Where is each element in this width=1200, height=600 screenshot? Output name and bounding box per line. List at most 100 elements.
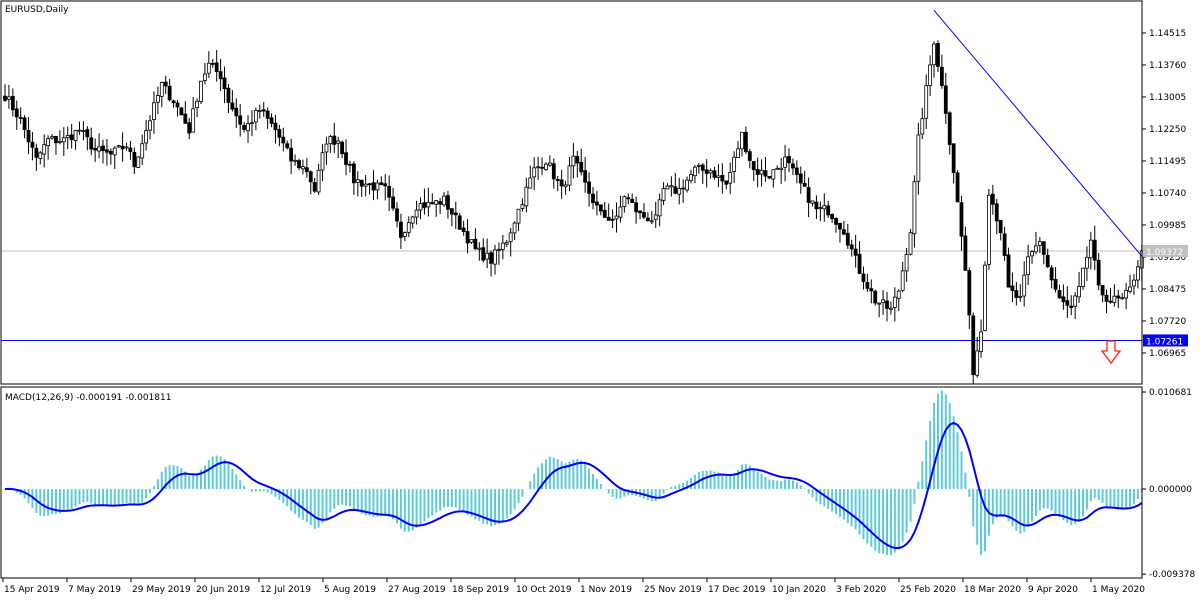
candle-body — [583, 170, 588, 183]
candle-body — [465, 231, 470, 244]
support-level-tag-label: 1.07261 — [1146, 337, 1183, 347]
candle-body — [105, 149, 109, 153]
candle-body — [206, 62, 211, 74]
symbol-title: EURUSD,Daily — [5, 5, 69, 15]
candle-body — [89, 137, 94, 150]
candle-body — [932, 43, 936, 66]
candle-body — [54, 135, 58, 144]
candle-body — [297, 160, 301, 169]
candle-body — [269, 117, 274, 124]
candle-body — [885, 300, 889, 309]
candle-body — [375, 182, 380, 191]
candle-body — [238, 115, 243, 125]
candle-body — [348, 163, 352, 166]
candle-body — [602, 209, 607, 218]
candle-body — [998, 219, 1003, 234]
candle-body — [136, 156, 141, 168]
candle-body — [50, 136, 54, 139]
candle-body — [912, 181, 917, 235]
candle-body — [869, 288, 874, 292]
candle-body — [540, 166, 544, 169]
candle-body — [936, 43, 940, 67]
candle-body — [1069, 305, 1074, 308]
candle-body — [22, 117, 27, 131]
candle-body — [277, 129, 282, 138]
candle-body — [69, 134, 74, 141]
candle-body — [947, 112, 952, 145]
candle-body — [1034, 245, 1038, 253]
candle-body — [798, 173, 803, 184]
candle-body — [1065, 300, 1070, 306]
candle-body — [391, 196, 395, 209]
candle-body — [724, 180, 729, 185]
candle-body — [195, 100, 199, 108]
date-label: 15 Apr 2019 — [4, 585, 60, 595]
date-label: 20 Jun 2019 — [196, 585, 250, 595]
candle-body — [324, 143, 329, 153]
candle-body — [1014, 290, 1019, 298]
candle-body — [794, 167, 799, 175]
candle-body — [442, 195, 446, 206]
candle-body — [1104, 294, 1109, 302]
chart-canvas[interactable]: 1.14515 1.13760 1.13005 1.12250 1.11495 1.107… — [0, 0, 1200, 600]
candle-body — [449, 208, 454, 215]
candle-body — [681, 187, 686, 190]
candle — [457, 213, 462, 230]
candle — [955, 170, 960, 203]
date-label: 10 Jan 2020 — [772, 585, 826, 595]
candle-body — [841, 229, 846, 235]
candle-body — [689, 174, 693, 181]
candle-body — [802, 183, 807, 187]
candle-body — [1081, 267, 1085, 287]
candle-body — [979, 331, 983, 353]
candle-body — [359, 179, 364, 187]
candle-body — [1085, 256, 1089, 269]
candle-body — [983, 264, 987, 332]
candle-body — [1096, 259, 1101, 286]
candle-body — [367, 183, 372, 186]
candle-body — [1128, 286, 1132, 292]
candle-body — [112, 147, 117, 156]
candle-body — [485, 252, 490, 260]
price-tick-label: 1.08475 — [1149, 285, 1186, 295]
candle-body — [120, 145, 125, 150]
candle-body — [152, 102, 156, 121]
candle-body — [614, 215, 619, 220]
candle-body — [430, 202, 435, 205]
candle-body — [645, 217, 650, 222]
candle-body — [481, 247, 486, 261]
candle-body — [1002, 233, 1007, 256]
candle-body — [708, 170, 713, 174]
candle-body — [783, 156, 787, 168]
candle-body — [461, 227, 466, 232]
candle-body — [187, 122, 192, 134]
candle-body — [763, 170, 768, 177]
candle-body — [677, 188, 682, 195]
candle-body — [469, 239, 474, 243]
candle-body — [563, 184, 568, 188]
candle-body — [673, 186, 678, 194]
candle-body — [46, 138, 51, 146]
candle-body — [293, 159, 297, 162]
candle — [987, 189, 991, 270]
candle-body — [610, 218, 615, 221]
candle-body — [1108, 300, 1113, 303]
candle-body — [332, 135, 337, 145]
candle-body — [308, 171, 313, 183]
candle-body — [657, 199, 662, 217]
candle-body — [955, 172, 960, 203]
candle-body — [649, 220, 654, 223]
candle-body — [116, 145, 121, 148]
candle-body — [124, 146, 129, 149]
candle-body — [779, 167, 784, 170]
date-label: 27 Aug 2019 — [388, 585, 446, 595]
candle-body — [1077, 286, 1081, 298]
candle-body — [26, 129, 31, 143]
date-label: 17 Dec 2019 — [708, 585, 766, 595]
candle-body — [685, 179, 689, 191]
candle-body — [242, 124, 247, 130]
candle-body — [1037, 241, 1042, 246]
candle-body — [1049, 267, 1054, 281]
candle-body — [453, 212, 458, 216]
candle-body — [457, 215, 462, 230]
